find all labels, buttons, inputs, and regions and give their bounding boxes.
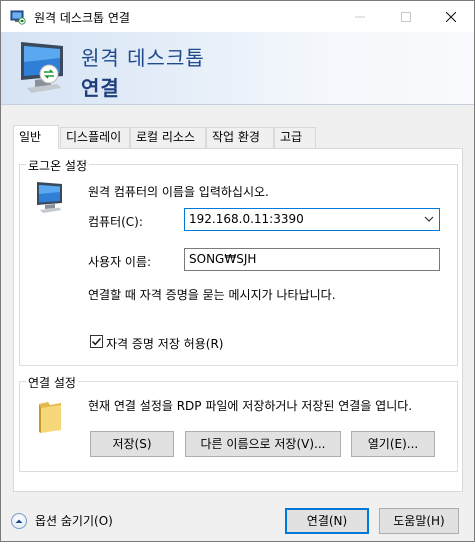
username-field[interactable]: SONG₩SJH — [184, 248, 440, 271]
logon-settings-label: 로그온 설정 — [26, 157, 90, 174]
maximize-icon — [401, 11, 411, 22]
chevron-down-icon[interactable] — [424, 215, 434, 223]
remote-desktop-app-icon — [10, 10, 26, 25]
close-icon — [446, 11, 456, 22]
tab-local-resources[interactable]: 로컬 리소스 — [130, 127, 206, 148]
collapse-options-button[interactable] — [11, 512, 27, 529]
username-label: 사용자 이름: — [88, 255, 152, 269]
tab-experience-label: 작업 환경 — [212, 130, 260, 144]
hide-options-label[interactable]: 옵션 숨기기(O) — [35, 512, 113, 529]
hide-options-toggle[interactable]: 옵션 숨기기(O) — [11, 512, 113, 529]
window-title: 원격 데스크톱 연결 — [34, 11, 130, 25]
tab-general-label: 일반 — [19, 130, 42, 144]
connection-settings-label: 연결 설정 — [26, 374, 78, 391]
computer-icon — [37, 182, 62, 213]
tab-experience[interactable]: 작업 환경 — [206, 127, 274, 148]
save-as-button[interactable]: 다른 이름으로 저장(V)... — [185, 431, 341, 457]
tab-local-resources-label: 로컬 리소스 — [136, 130, 196, 144]
minimize-icon — [355, 16, 365, 17]
title-bar[interactable]: 원격 데스크톱 연결 — [1, 1, 474, 32]
chevron-up-icon — [15, 519, 23, 523]
close-button[interactable] — [428, 1, 474, 32]
computer-instruction: 원격 컴퓨터의 이름을 입력하십시오. — [88, 185, 269, 199]
checkmark-icon — [92, 338, 102, 346]
banner-divider — [1, 104, 474, 105]
remote-desktop-monitor-icon — [21, 42, 63, 93]
minimize-button[interactable] — [337, 1, 383, 32]
help-button[interactable]: 도움말(H) — [379, 508, 459, 534]
logon-settings-group: 로그온 설정 원격 컴퓨터의 이름을 입력하십시오. 컴퓨터(C): 192.1… — [19, 157, 458, 366]
save-credentials-checkbox[interactable] — [90, 335, 103, 348]
credentials-prompt-note: 연결할 때 자격 증명을 묻는 메시지가 나타납니다. — [88, 288, 336, 302]
banner-subtitle: 연결 — [81, 76, 120, 100]
maximize-button[interactable] — [383, 1, 429, 32]
banner-title: 원격 데스크톱 — [81, 46, 205, 70]
save-credentials-label[interactable]: 자격 증명 저장 허용(R) — [106, 335, 223, 352]
computer-label: 컴퓨터(C): — [88, 215, 143, 229]
open-button[interactable]: 열기(E)... — [351, 431, 435, 457]
tab-advanced[interactable]: 고급 — [274, 127, 316, 148]
rdp-window: 원격 데스크톱 연결 원격 데스크톱 연결 일반 디스플레이 로컬 리소스 작업… — [0, 0, 475, 542]
computer-combobox[interactable]: 192.168.0.11:3390 — [184, 208, 440, 231]
connect-button[interactable]: 연결(N) — [285, 508, 369, 534]
connection-settings-group: 연결 설정 현재 연결 설정을 RDP 파일에 저장하거나 저장된 연결을 엽니… — [19, 374, 458, 472]
username-value: SONG₩SJH — [189, 252, 257, 266]
connection-description: 현재 연결 설정을 RDP 파일에 저장하거나 저장된 연결을 엽니다. — [88, 399, 413, 413]
save-button[interactable]: 저장(S) — [90, 431, 174, 457]
folder-icon — [39, 402, 61, 433]
tab-display[interactable]: 디스플레이 — [60, 127, 130, 148]
header-banner: 원격 데스크톱 연결 — [1, 32, 474, 104]
tab-advanced-label: 고급 — [280, 130, 303, 144]
computer-value: 192.168.0.11:3390 — [189, 212, 304, 226]
general-tab-panel: 로그온 설정 원격 컴퓨터의 이름을 입력하십시오. 컴퓨터(C): 192.1… — [13, 148, 463, 492]
tab-general[interactable]: 일반 — [13, 125, 59, 149]
tab-display-label: 디스플레이 — [66, 130, 122, 144]
